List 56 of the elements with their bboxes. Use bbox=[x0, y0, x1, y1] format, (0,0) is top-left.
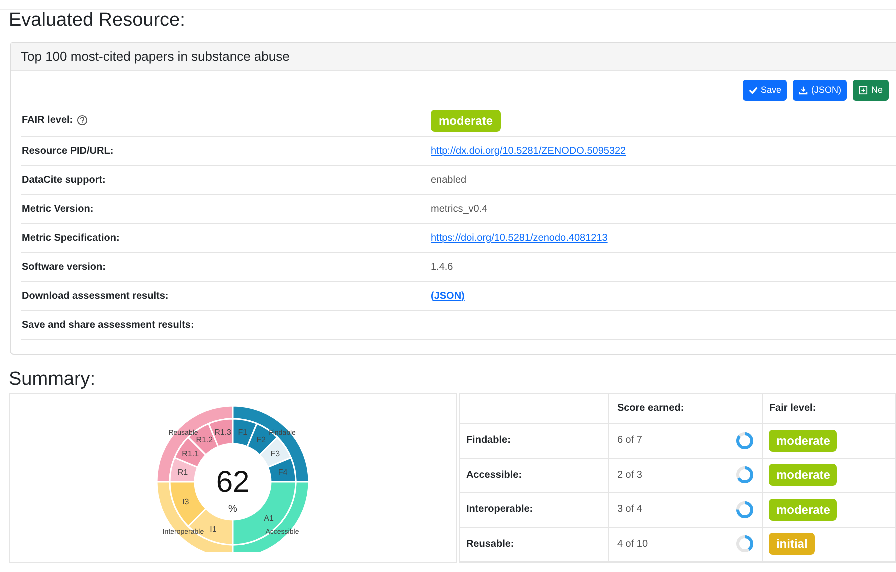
save-button[interactable]: Save bbox=[742, 80, 788, 101]
row-label: Accessible: bbox=[466, 468, 522, 483]
segment-label: R1.2 bbox=[196, 436, 214, 445]
fair-level-badge: moderate bbox=[769, 464, 838, 486]
progress-ring bbox=[735, 534, 756, 554]
column-header: Score earned: bbox=[617, 402, 684, 416]
field-value: 1.4.6 bbox=[431, 260, 454, 274]
file-icon bbox=[859, 86, 868, 95]
segment-label: F1 bbox=[238, 428, 248, 437]
field-label: Download assessment results: bbox=[22, 290, 169, 304]
segment-label: R1 bbox=[178, 468, 188, 478]
segment-label: A1 bbox=[264, 514, 274, 524]
resource-link[interactable]: https://doi.org/10.5281/zenodo.4081213 bbox=[431, 230, 608, 246]
segment-label: F3 bbox=[270, 450, 280, 459]
fair-level-badge: initial bbox=[769, 533, 815, 556]
field-label: Metric Specification: bbox=[22, 232, 120, 246]
new-button[interactable]: Ne bbox=[853, 80, 889, 101]
progress-ring bbox=[735, 500, 756, 520]
section-heading: Summary: bbox=[8, 369, 97, 391]
field-label: Software version: bbox=[22, 260, 106, 274]
row-label: Findable: bbox=[466, 434, 511, 448]
field-value: enabled bbox=[431, 174, 467, 188]
segment-label: I1 bbox=[210, 525, 218, 534]
row-label: Interoperable: bbox=[466, 503, 534, 518]
download-button[interactable]: (JSON) bbox=[793, 80, 848, 101]
resource-title: Top 100 most-cited papers in substance abuse bbox=[21, 48, 290, 66]
fair-level-badge: moderate bbox=[769, 498, 838, 521]
segment-label: R1.3 bbox=[214, 428, 232, 437]
column-header: Fair level: bbox=[769, 402, 816, 416]
field-value: metrics_v0.4 bbox=[431, 202, 488, 216]
segment-label: R1.1 bbox=[182, 450, 200, 459]
section-heading: Evaluated Resource: bbox=[8, 10, 186, 32]
download-icon bbox=[799, 86, 808, 95]
score-value: 2 of 3 bbox=[617, 468, 642, 483]
field-label: Resource PID/URL: bbox=[22, 144, 114, 158]
resource-link[interactable]: http://dx.doi.org/10.5281/ZENODO.5095322 bbox=[431, 144, 626, 158]
row-label: Reusable: bbox=[466, 538, 514, 552]
segment-label: I3 bbox=[182, 498, 190, 507]
score-unit: % bbox=[228, 504, 238, 515]
fair-level-badge: moderate bbox=[769, 430, 838, 452]
fair-level-badge: moderate bbox=[431, 110, 502, 132]
help-icon[interactable] bbox=[77, 115, 88, 126]
field-label: FAIR level: bbox=[22, 114, 74, 128]
score-value: 4 of 10 bbox=[617, 538, 648, 552]
progress-ring bbox=[735, 465, 756, 486]
segment-label: F4 bbox=[278, 468, 288, 478]
check-icon bbox=[748, 86, 758, 95]
json-link[interactable]: (JSON) bbox=[431, 288, 465, 304]
field-label: DataCite support: bbox=[22, 174, 106, 188]
score-value: 6 of 7 bbox=[617, 434, 642, 448]
field-label: Metric Version: bbox=[22, 202, 94, 216]
score-value: 3 of 4 bbox=[617, 503, 642, 518]
progress-ring bbox=[735, 430, 756, 451]
field-label: Save and share assessment results: bbox=[22, 318, 194, 332]
score-value: 62 bbox=[216, 466, 250, 499]
segment-label: F2 bbox=[256, 436, 266, 445]
